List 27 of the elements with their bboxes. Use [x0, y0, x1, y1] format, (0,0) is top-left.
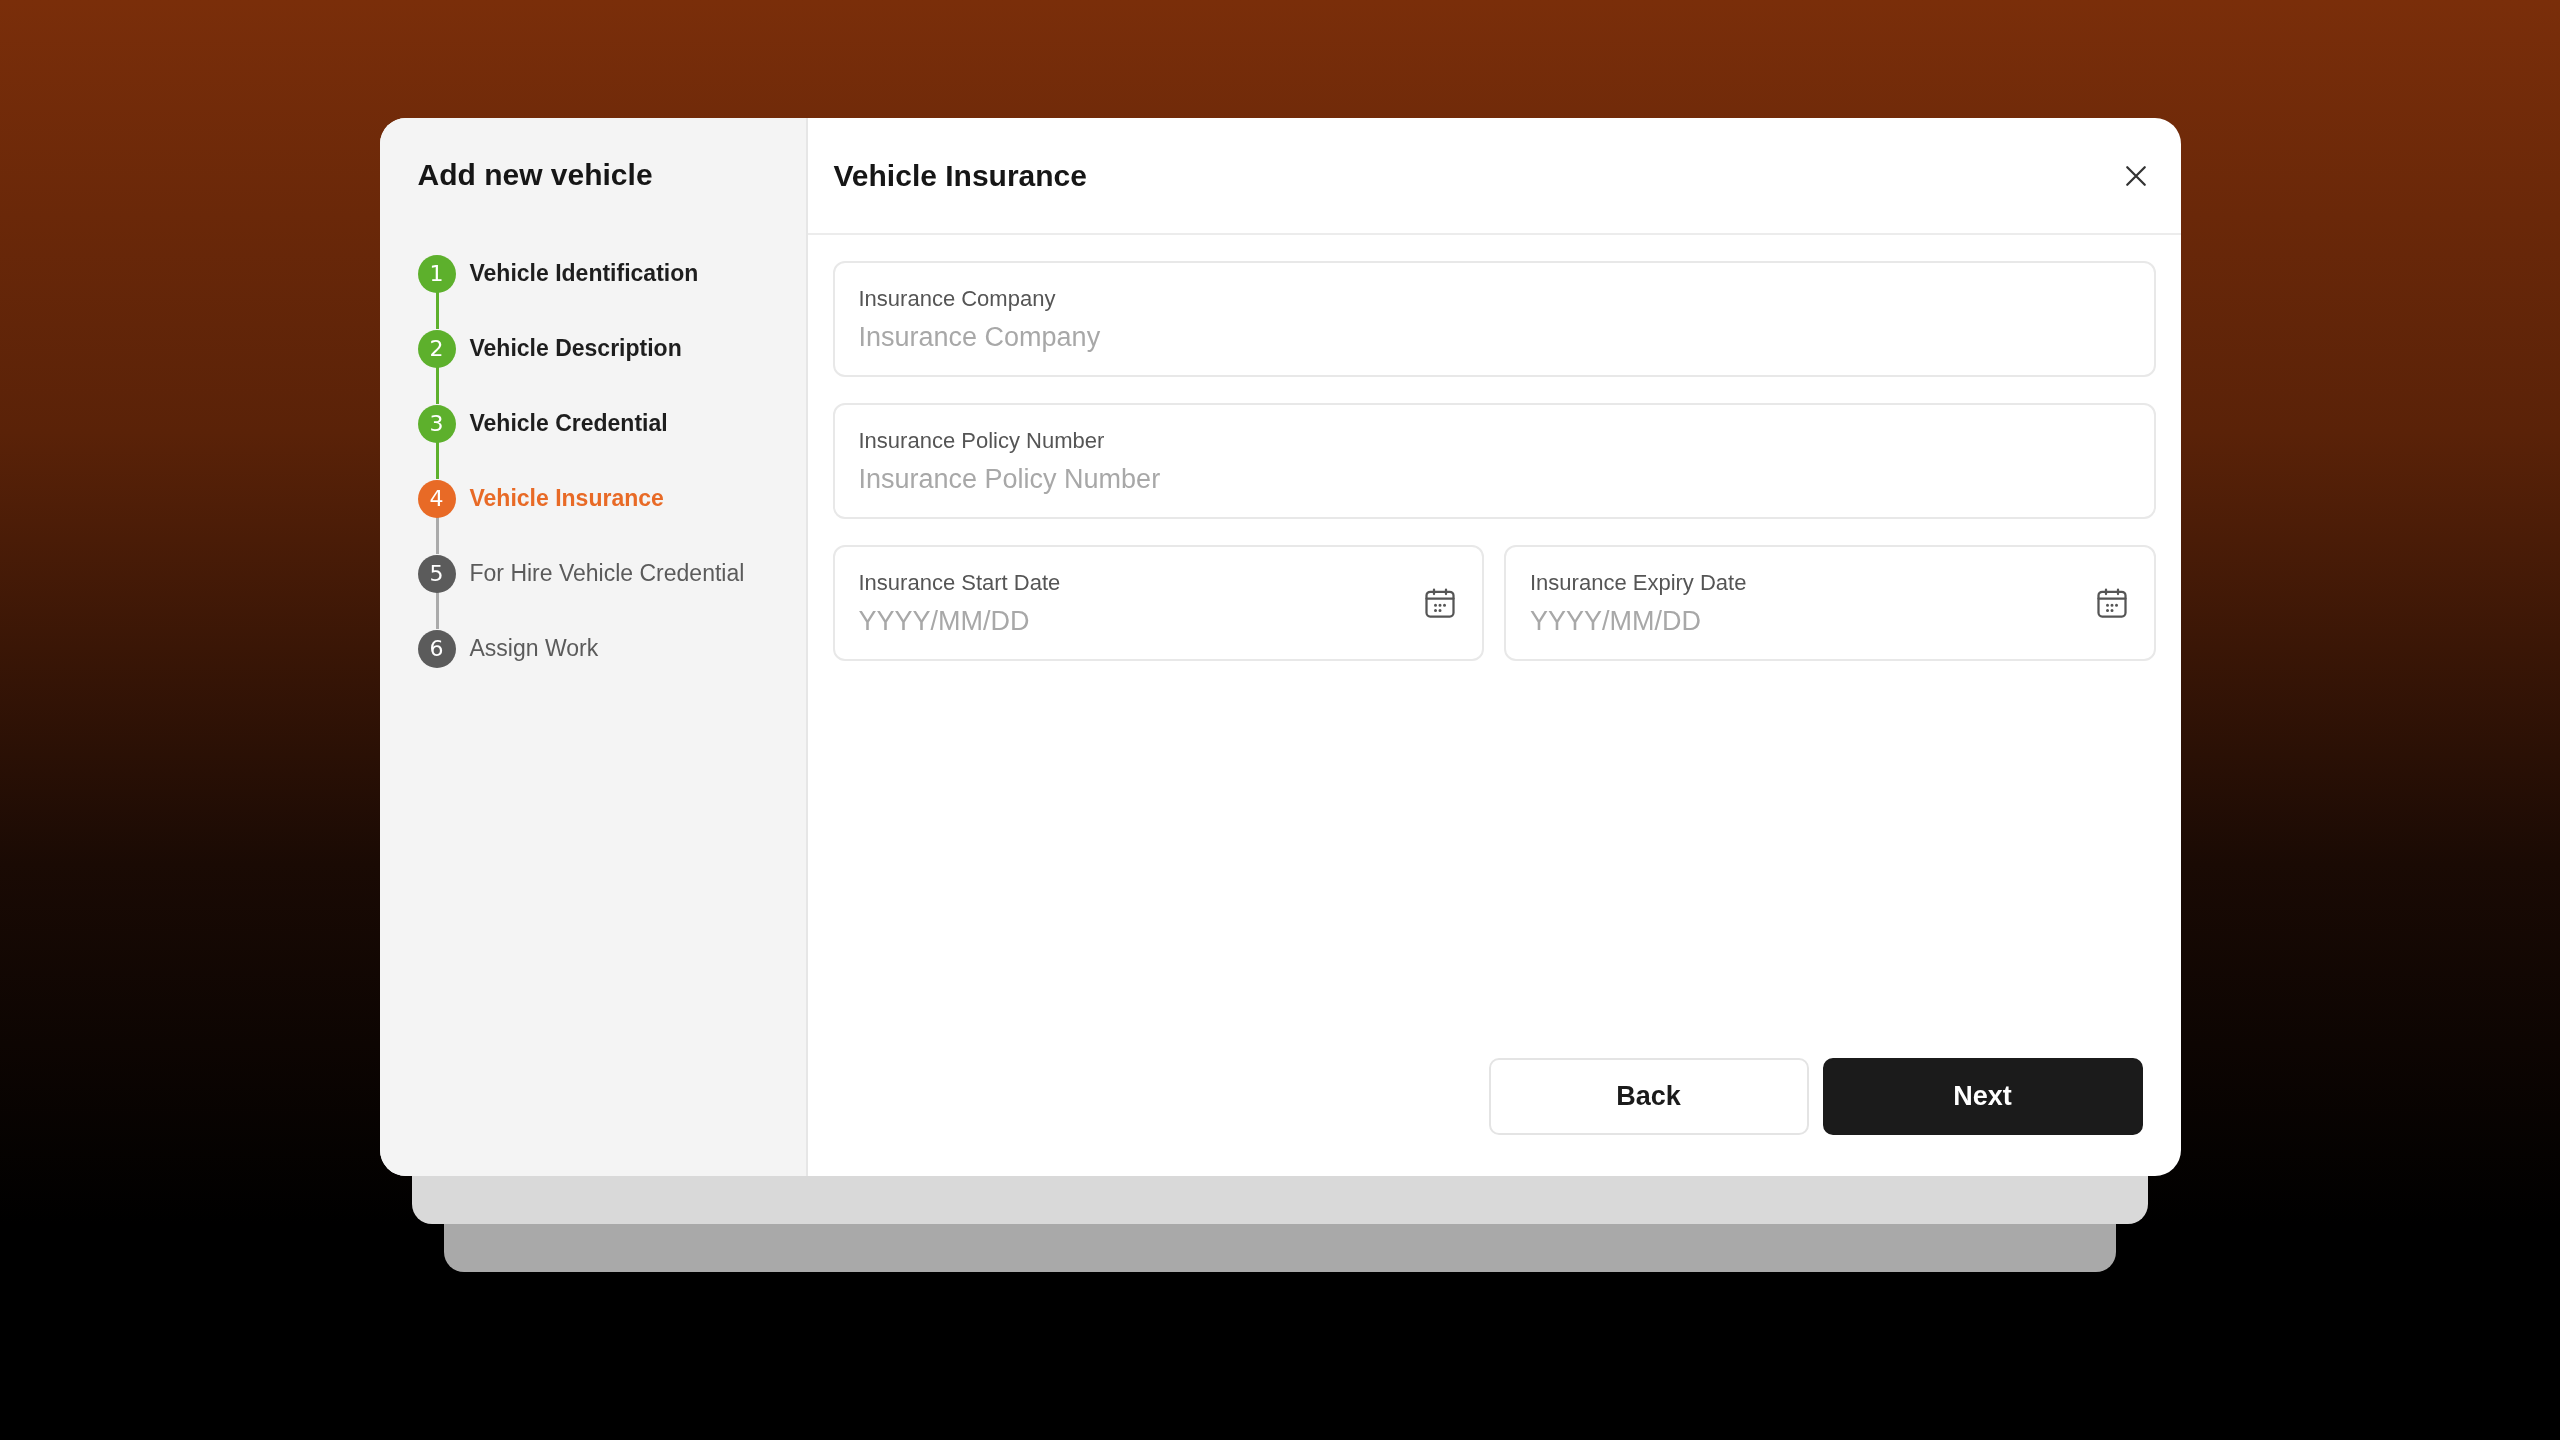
dialog-title: Vehicle Insurance [833, 158, 1087, 193]
step-label[interactable]: Vehicle Credential [469, 410, 668, 437]
step-number: 5 [417, 554, 456, 593]
step-number: 1 [417, 254, 456, 293]
step-number: 2 [417, 329, 456, 368]
field-input[interactable]: YYYY/MM/DD [1530, 605, 2094, 637]
step-number: 4 [417, 479, 456, 518]
date-field[interactable]: Insurance Start Date YYYY/MM/DD [832, 545, 1484, 661]
field-input[interactable]: Insurance Policy Number [858, 463, 2130, 495]
field-label: Insurance Company [858, 285, 1057, 312]
step-number: 6 [417, 629, 456, 668]
step-label[interactable]: For Hire Vehicle Credential [469, 560, 745, 587]
date-field[interactable]: Insurance Expiry Date YYYY/MM/DD [1504, 545, 2156, 661]
field-input[interactable]: Insurance Company [858, 321, 2130, 353]
field-label: Insurance Start Date [858, 569, 1062, 596]
sidebar-title: Add new vehicle [417, 158, 654, 192]
input-field[interactable]: Insurance Company Insurance Company [832, 261, 2156, 377]
step-label[interactable]: Vehicle Description [469, 335, 682, 362]
step-label[interactable]: Assign Work [469, 635, 599, 662]
field-input[interactable]: YYYY/MM/DD [858, 605, 1422, 637]
back-button[interactable]: Back [1488, 1058, 1809, 1135]
field-label: Insurance Expiry Date [1530, 569, 1748, 596]
step-number: 3 [417, 404, 456, 443]
field-label: Insurance Policy Number [858, 427, 1106, 454]
step-label[interactable]: Vehicle Identification [469, 260, 699, 287]
next-button[interactable]: Next [1822, 1058, 2143, 1135]
input-field[interactable]: Insurance Policy Number Insurance Policy Number [832, 403, 2156, 519]
